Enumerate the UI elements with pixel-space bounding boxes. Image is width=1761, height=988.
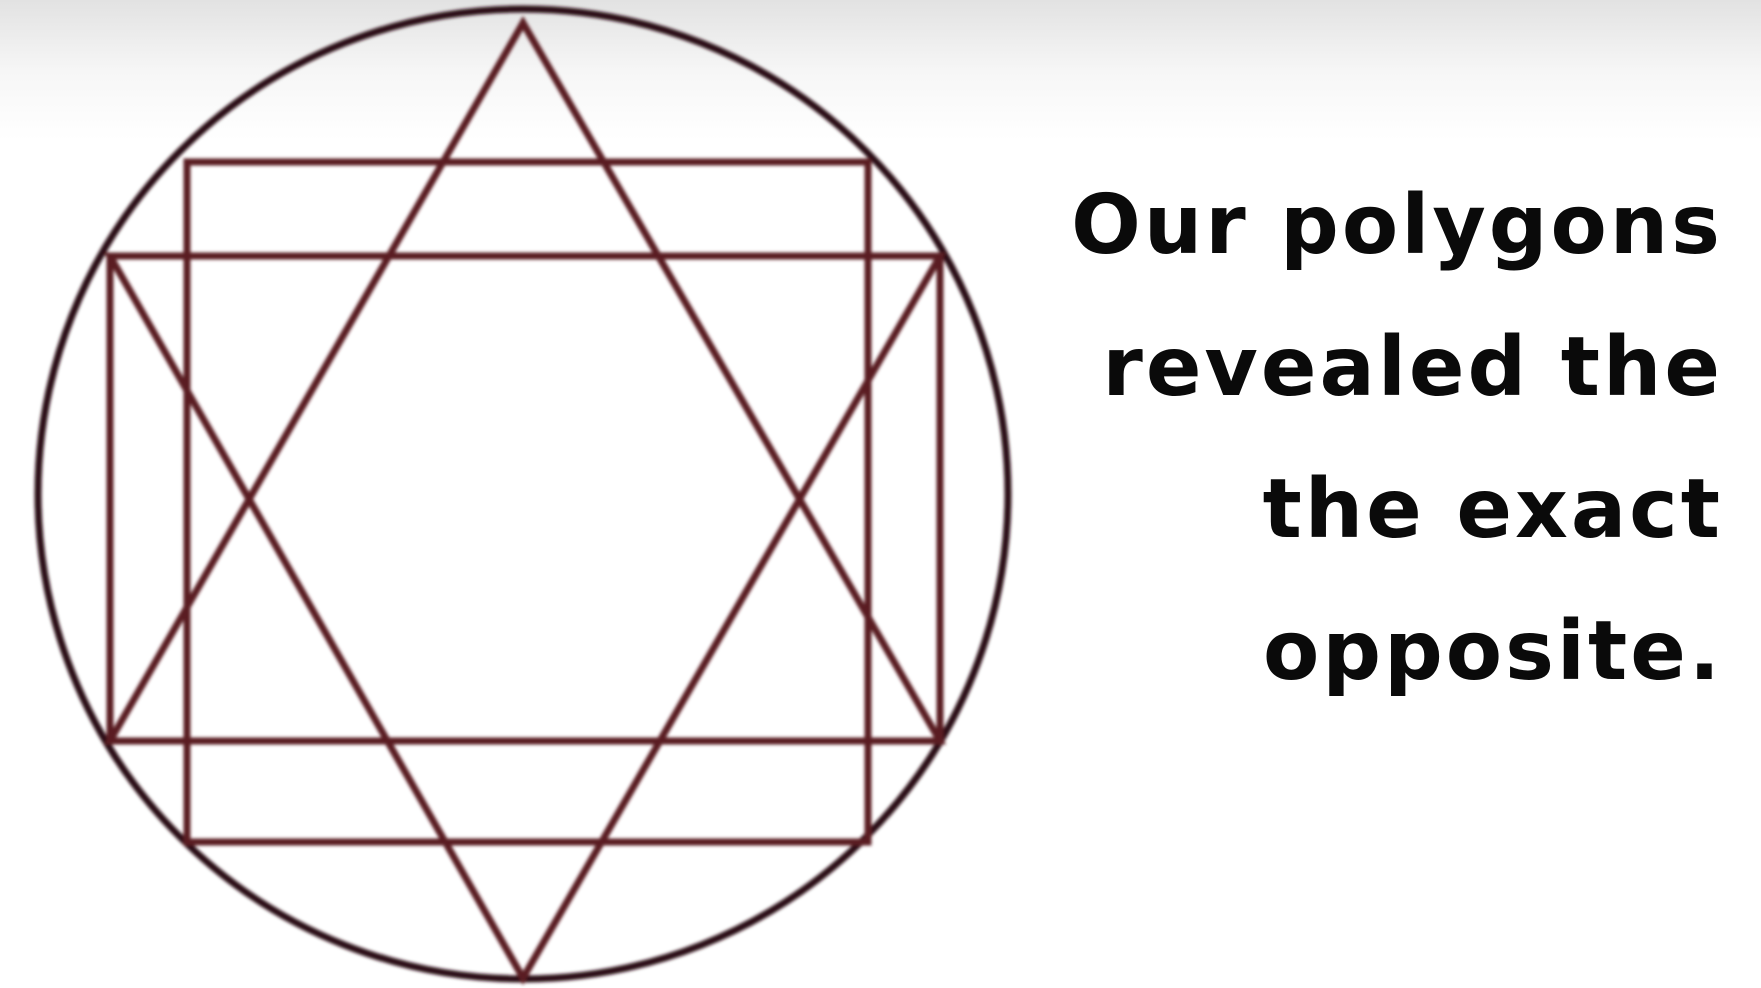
polygon-diagram — [34, 5, 1012, 986]
triangle-up — [103, 16, 947, 745]
caption-line-3: the exact — [1262, 462, 1723, 557]
caption-text: Our polygons revealed the the exact oppo… — [1003, 155, 1723, 723]
square-horizontal — [106, 252, 944, 745]
triangle-down — [103, 252, 947, 986]
caption-line-1: Our polygons — [1071, 178, 1723, 273]
caption-line-4: opposite. — [1263, 604, 1723, 699]
caption-line-2: revealed the — [1102, 320, 1723, 415]
polygon-figure — [0, 0, 1040, 988]
